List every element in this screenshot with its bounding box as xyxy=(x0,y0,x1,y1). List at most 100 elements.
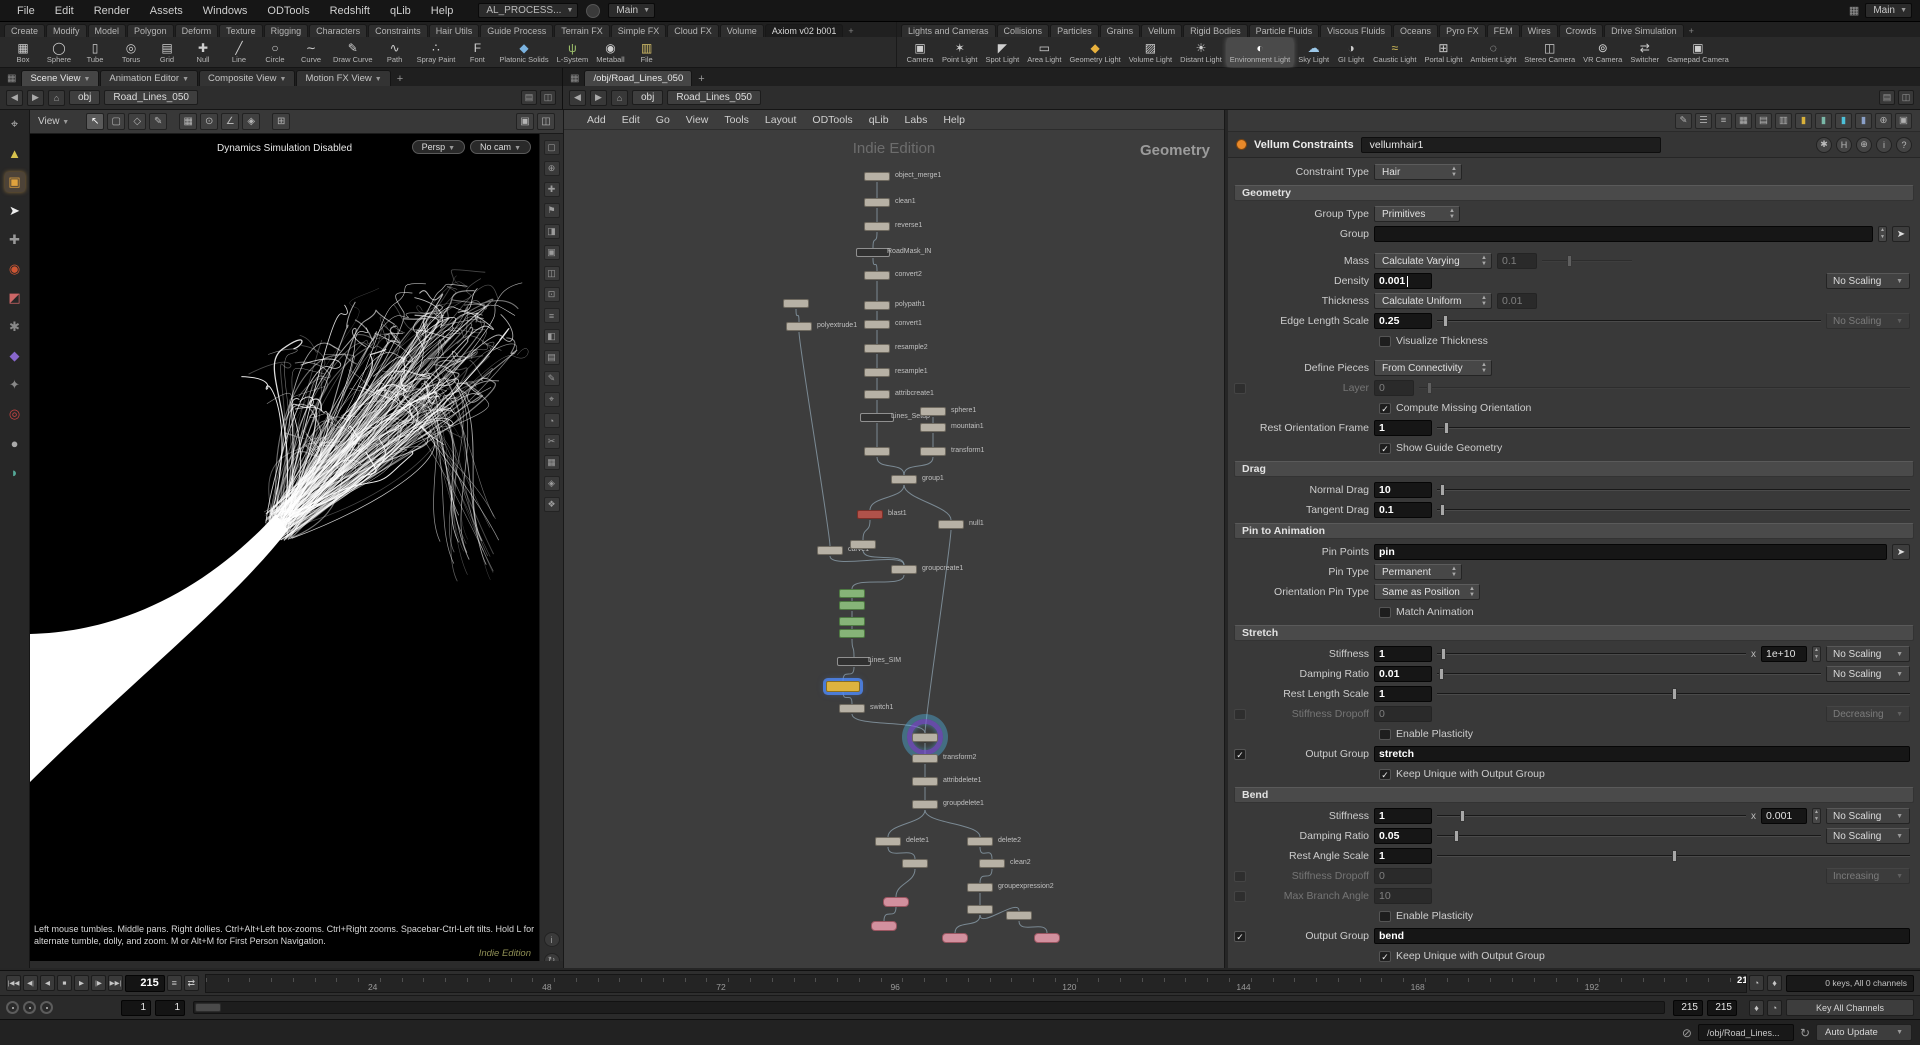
breadcrumb-node[interactable]: Road_Lines_050 xyxy=(667,90,761,105)
shelf-tab-grains[interactable]: Grains xyxy=(1099,24,1141,37)
select-from-viewport-arrow-icon[interactable]: ➤ xyxy=(1892,544,1910,560)
linked-tab-blue-icon[interactable]: ▮ xyxy=(1855,112,1872,129)
shelf-tab-texture[interactable]: Texture xyxy=(219,24,263,37)
mini-stepper[interactable]: ▲ ▼ xyxy=(1878,226,1887,242)
network-node-delete1[interactable]: delete1 xyxy=(875,837,929,846)
range-start-field[interactable]: 1 xyxy=(121,999,151,1016)
shelf-tab-hair-utils[interactable]: Hair Utils xyxy=(428,24,480,37)
session-indicator-icon[interactable] xyxy=(586,3,601,18)
network-node[interactable] xyxy=(1006,911,1032,920)
range-start-sub-field[interactable]: 1 xyxy=(155,999,185,1016)
network-node-object-merge1[interactable]: object_merge1 xyxy=(864,172,941,181)
search-icon[interactable]: ⊕ xyxy=(1856,136,1872,153)
new-pane-tab-button[interactable]: + xyxy=(392,73,408,86)
shelf-tab-pyro-fx[interactable]: Pyro FX xyxy=(1439,24,1486,37)
network-node-attribdelete1[interactable]: attribdelete1 xyxy=(912,777,982,786)
shelf-tool-sky-light[interactable]: ☁ Sky Light xyxy=(1295,38,1332,67)
table-icon[interactable]: ▤ xyxy=(1755,112,1772,129)
shelf-tab-viscous-fluids[interactable]: Viscous Fluids xyxy=(1320,24,1393,37)
shelf-tab-characters[interactable]: Characters xyxy=(309,24,368,37)
shelf-tool-switcher[interactable]: ⇄ Switcher xyxy=(1627,38,1662,67)
shelf-tool-curve[interactable]: ∼ Curve xyxy=(294,38,328,67)
network-node[interactable] xyxy=(1034,933,1060,943)
keyall-icon-0[interactable]: ♦ xyxy=(1749,999,1764,1016)
forward-button[interactable]: ▶ xyxy=(27,89,44,106)
slider-bend-damping[interactable] xyxy=(1437,829,1821,843)
transport-button-6[interactable]: ▶▶| xyxy=(108,975,123,991)
shelf-tab-rigging[interactable]: Rigging xyxy=(263,24,309,37)
tab-scene-view[interactable]: Scene View ▼ xyxy=(21,70,100,86)
shelf-tab-terrain-fx[interactable]: Terrain FX xyxy=(554,24,610,37)
checkbox-bend-keep-unique[interactable]: ✓ xyxy=(1379,950,1391,962)
field-rest-angle-scale[interactable]: 1 xyxy=(1374,848,1432,864)
field-edge-length-scale[interactable]: 0.25 xyxy=(1374,313,1432,329)
grid-icon[interactable]: ▥ xyxy=(1775,112,1792,129)
select-arrow-icon[interactable]: ↖ xyxy=(86,113,105,130)
button-no-scaling-stretch-stiffness[interactable]: No Scaling ▼ xyxy=(1826,646,1910,662)
display-option-icon-8[interactable]: ≡ xyxy=(543,308,560,323)
add-shelf-tab-button[interactable]: + xyxy=(844,25,857,37)
shelf-tab-lights-and-cameras[interactable]: Lights and Cameras xyxy=(901,24,996,37)
shelf-tool-gi-light[interactable]: ◑ GI Light xyxy=(1334,38,1368,67)
view-menu[interactable]: View ▼ xyxy=(38,116,69,127)
network-menu-layout[interactable]: Layout xyxy=(758,113,804,127)
display-option-icon-10[interactable]: ▤ xyxy=(543,350,560,365)
shelf-tab-particle-fluids[interactable]: Particle Fluids xyxy=(1248,24,1320,37)
button-no-scaling-edge-length-scale[interactable]: No Scaling ▼ xyxy=(1826,313,1910,329)
no-cam-button[interactable]: No cam ▼ xyxy=(470,140,531,154)
network-node-lines-setup[interactable]: Lines_Setup xyxy=(860,413,930,422)
display-option-icon-16[interactable]: ◈ xyxy=(543,476,560,491)
network-node-delete2[interactable]: delete2 xyxy=(967,837,1021,846)
node-name-field[interactable]: vellumhair1 xyxy=(1360,136,1661,153)
scale-tool[interactable]: ◩ xyxy=(5,288,25,308)
field-rest-length-scale[interactable]: 1 xyxy=(1374,686,1432,702)
playbar-toggle-0[interactable]: ≡ xyxy=(166,975,182,991)
field-thickness[interactable]: 0.01 xyxy=(1497,293,1537,309)
display-option-icon-1[interactable]: ⊕ xyxy=(543,161,560,176)
network-node-transform1[interactable]: transform1 xyxy=(920,447,984,456)
network-node[interactable] xyxy=(967,905,993,914)
field-mass[interactable]: 0.1 xyxy=(1497,253,1537,269)
transport-button-1[interactable]: ◀| xyxy=(23,975,38,991)
menu-file[interactable]: File xyxy=(8,3,44,19)
shelf-tool-spot-light[interactable]: ◤ Spot Light xyxy=(982,38,1022,67)
snapshot-icon[interactable]: ▣ xyxy=(1895,112,1912,129)
dropdown-thickness[interactable]: Calculate Uniform ▲ ▼ xyxy=(1374,293,1492,309)
shelf-tab-cloud-fx[interactable]: Cloud FX xyxy=(667,24,719,37)
shelf-tool-platonic-solids[interactable]: ◆ Platonic Solids xyxy=(496,38,551,67)
shelf-tool-gamepad-camera[interactable]: ▣ Gamepad Camera xyxy=(1664,38,1732,67)
shelf-tool-portal-light[interactable]: ⊞ Portal Light xyxy=(1421,38,1465,67)
network-menu-help[interactable]: Help xyxy=(936,113,972,127)
network-node-attribcreate1[interactable]: attribcreate1 xyxy=(864,390,934,399)
view-tool[interactable]: ⌖ xyxy=(5,114,25,134)
shelf-tool-geometry-light[interactable]: ◆ Geometry Light xyxy=(1066,38,1123,67)
linked-tab-yellow-icon[interactable]: ▮ xyxy=(1795,112,1812,129)
state-tool[interactable]: ● xyxy=(5,433,25,453)
customize-icon[interactable]: ✎ xyxy=(1675,112,1692,129)
shelf-tab-volume[interactable]: Volume xyxy=(719,24,764,37)
shelf-tool-grid[interactable]: ▤ Grid xyxy=(150,38,184,67)
network-menu-tools[interactable]: Tools xyxy=(717,113,756,127)
network-node-groupdelete1[interactable]: groupdelete1 xyxy=(912,800,984,809)
shelf-tab-vellum[interactable]: Vellum xyxy=(1141,24,1183,37)
add-shelf-tab-button[interactable]: + xyxy=(1685,25,1698,37)
home-icon[interactable]: ⌂ xyxy=(48,89,65,106)
network-menu-go[interactable]: Go xyxy=(649,113,677,127)
range-slider-handle[interactable] xyxy=(195,1003,221,1012)
shelf-tool-box[interactable]: ▦ Box xyxy=(6,38,40,67)
range-slider[interactable] xyxy=(193,1001,1665,1014)
shelf-tab-modify[interactable]: Modify xyxy=(46,24,87,37)
network-node[interactable] xyxy=(783,299,809,308)
shelf-tab-oceans[interactable]: Oceans xyxy=(1393,24,1439,37)
info-icon[interactable]: i xyxy=(1876,136,1892,153)
shelf-tool-tube[interactable]: ▯ Tube xyxy=(78,38,112,67)
field-group[interactable] xyxy=(1374,226,1873,242)
gear-star-icon[interactable]: ✱ xyxy=(1816,136,1832,153)
network-menu-odtools[interactable]: ODTools xyxy=(805,113,859,127)
transport-button-5[interactable]: |▶ xyxy=(91,975,106,991)
refresh-icon[interactable]: ↻ xyxy=(1800,1026,1810,1040)
shelf-tool-spray-paint[interactable]: ∴ Spray Paint xyxy=(414,38,459,67)
network-node[interactable] xyxy=(871,921,897,931)
menu-windows[interactable]: Windows xyxy=(194,3,257,19)
breadcrumb-context[interactable]: obj xyxy=(69,90,101,105)
